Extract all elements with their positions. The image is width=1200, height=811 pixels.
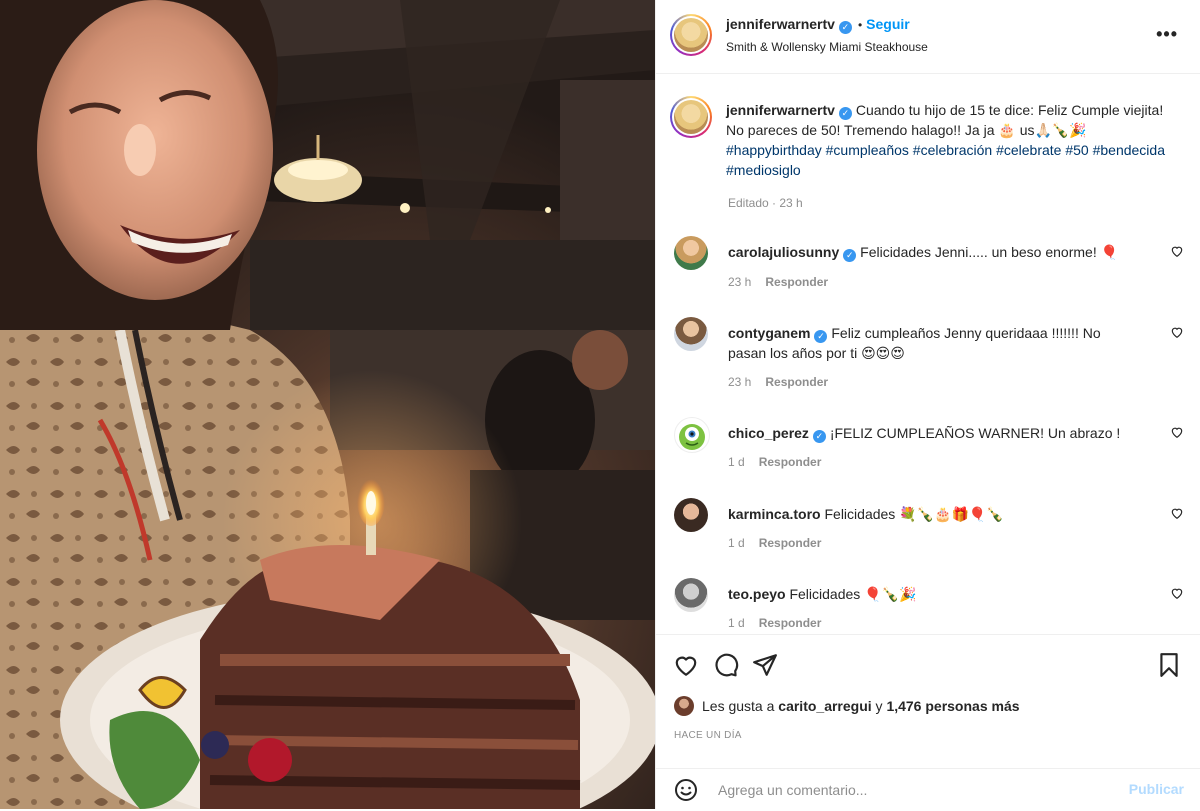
- emoji-icon[interactable]: [674, 778, 698, 802]
- bookmark-icon[interactable]: [1156, 652, 1182, 678]
- commenter-avatar[interactable]: [674, 317, 708, 351]
- likes-count[interactable]: 1,476 personas más: [886, 698, 1019, 714]
- liker-username[interactable]: carito_arregui: [778, 698, 871, 714]
- comment-meta: 1 d Responder: [728, 455, 821, 469]
- post-actions: Les gusta a carito_arregui y 1,476 perso…: [656, 634, 1200, 810]
- location-link[interactable]: Smith & Wollensky Miami Steakhouse: [726, 40, 928, 54]
- comment-text-block: contyganem ✓ Feliz cumpleaños Jenny queri…: [728, 323, 1128, 363]
- commenter-username[interactable]: carolajuliosunny: [728, 244, 839, 260]
- comment-input[interactable]: [716, 775, 1100, 805]
- comment-text-block: karminca.toro Felicidades 💐🍾🎂🎁🎈🍾: [728, 504, 1128, 524]
- commenter-avatar[interactable]: [674, 417, 710, 453]
- reply-button[interactable]: Responder: [765, 275, 828, 289]
- publish-button[interactable]: Publicar: [1129, 781, 1184, 797]
- caption: jenniferwarnertv ✓ Cuando tu hijo de 15 t…: [726, 100, 1176, 180]
- post-photo[interactable]: [0, 0, 655, 809]
- commenter-avatar[interactable]: [674, 578, 708, 612]
- comment-time[interactable]: 23 h: [728, 275, 751, 289]
- comment-text: Felicidades 🎈🍾🎉: [789, 586, 917, 602]
- commenter-username[interactable]: karminca.toro: [728, 506, 821, 522]
- liker-avatar[interactable]: [674, 696, 694, 716]
- commenter-username[interactable]: contyganem: [728, 325, 810, 341]
- commenter-username[interactable]: teo.peyo: [728, 586, 786, 602]
- post-container: jenniferwarnertv ✓ • Seguir Smith & Wollens…: [0, 0, 1200, 809]
- caption-username[interactable]: jenniferwarnertv: [726, 102, 835, 118]
- comment-like-heart-icon[interactable]: [1170, 586, 1184, 600]
- commenter-avatar[interactable]: [674, 236, 708, 270]
- comment-icon[interactable]: [713, 652, 739, 678]
- post-timestamp[interactable]: HACE UN DÍA: [674, 730, 742, 741]
- comment-like-heart-icon[interactable]: [1170, 506, 1184, 520]
- comment-text-block: chico_perez ✓ ¡FELIZ CUMPLEAÑOS WARNER! U…: [728, 423, 1128, 443]
- comment-time[interactable]: 1 d: [728, 616, 745, 630]
- follow-button[interactable]: Seguir: [866, 16, 910, 32]
- post-header: jenniferwarnertv ✓ • Seguir Smith & Wollens…: [656, 0, 1200, 74]
- reply-button[interactable]: Responder: [759, 536, 822, 550]
- caption-meta: Editado · 23 h: [728, 196, 803, 210]
- comment-meta: 1 d Responder: [728, 616, 821, 630]
- separator-dot: •: [857, 18, 863, 32]
- verified-badge-icon: ✓: [838, 21, 852, 34]
- more-options-icon[interactable]: •••: [1156, 24, 1178, 45]
- verified-badge-icon: ✓: [812, 430, 826, 443]
- comment-time[interactable]: 23 h: [728, 375, 751, 389]
- verified-badge-icon: ✓: [814, 330, 828, 343]
- add-comment-bar: Publicar: [656, 768, 1200, 811]
- share-icon[interactable]: [752, 652, 778, 678]
- caption-time[interactable]: 23 h: [779, 196, 802, 210]
- monster-avatar-icon: [679, 424, 705, 450]
- post-side-panel: jenniferwarnertv ✓ • Seguir Smith & Wollens…: [655, 0, 1200, 809]
- reply-button[interactable]: Responder: [759, 455, 822, 469]
- reply-button[interactable]: Responder: [759, 616, 822, 630]
- birthday-photo-illustration: [0, 0, 655, 809]
- comment-meta: 23 h Responder: [728, 275, 828, 289]
- edited-label: Editado: [728, 196, 769, 210]
- comment-text-block: carolajuliosunny ✓ Felicidades Jenni.....…: [728, 242, 1128, 262]
- comment-text: Felicidades 💐🍾🎂🎁🎈🍾: [824, 506, 1004, 522]
- verified-badge-icon: ✓: [838, 107, 852, 120]
- verified-badge-icon: ✓: [843, 249, 857, 262]
- heart-icon[interactable]: [673, 652, 699, 678]
- comment-time[interactable]: 1 d: [728, 536, 745, 550]
- likes-joiner: y: [875, 698, 883, 714]
- comment-text: ¡FELIZ CUMPLEAÑOS WARNER! Un abrazo !: [829, 425, 1121, 441]
- likes-line: Les gusta a carito_arregui y 1,476 perso…: [674, 696, 1020, 716]
- author-line: jenniferwarnertv ✓ • Seguir: [726, 16, 910, 34]
- commenter-username[interactable]: chico_perez: [728, 425, 809, 441]
- comment-like-heart-icon[interactable]: [1170, 244, 1184, 258]
- comment-text-block: teo.peyo Felicidades 🎈🍾🎉: [728, 584, 1128, 604]
- comment-like-heart-icon[interactable]: [1170, 425, 1184, 439]
- comment-meta: 23 h Responder: [728, 375, 828, 389]
- comment-time[interactable]: 1 d: [728, 455, 745, 469]
- author-avatar[interactable]: [670, 14, 712, 56]
- reply-button[interactable]: Responder: [765, 375, 828, 389]
- likes-prefix: Les gusta a: [702, 698, 775, 714]
- commenter-avatar[interactable]: [674, 498, 708, 532]
- comments-list[interactable]: jenniferwarnertv ✓ Cuando tu hijo de 15 t…: [656, 74, 1200, 634]
- caption-author-avatar[interactable]: [670, 96, 712, 138]
- comment-text: Felicidades Jenni..... un beso enorme! 🎈: [860, 244, 1119, 260]
- comment-like-heart-icon[interactable]: [1170, 325, 1184, 339]
- comment-meta: 1 d Responder: [728, 536, 821, 550]
- author-username[interactable]: jenniferwarnertv: [726, 16, 835, 32]
- caption-hashtags[interactable]: #happybirthday #cumpleaños #celebración …: [726, 142, 1165, 178]
